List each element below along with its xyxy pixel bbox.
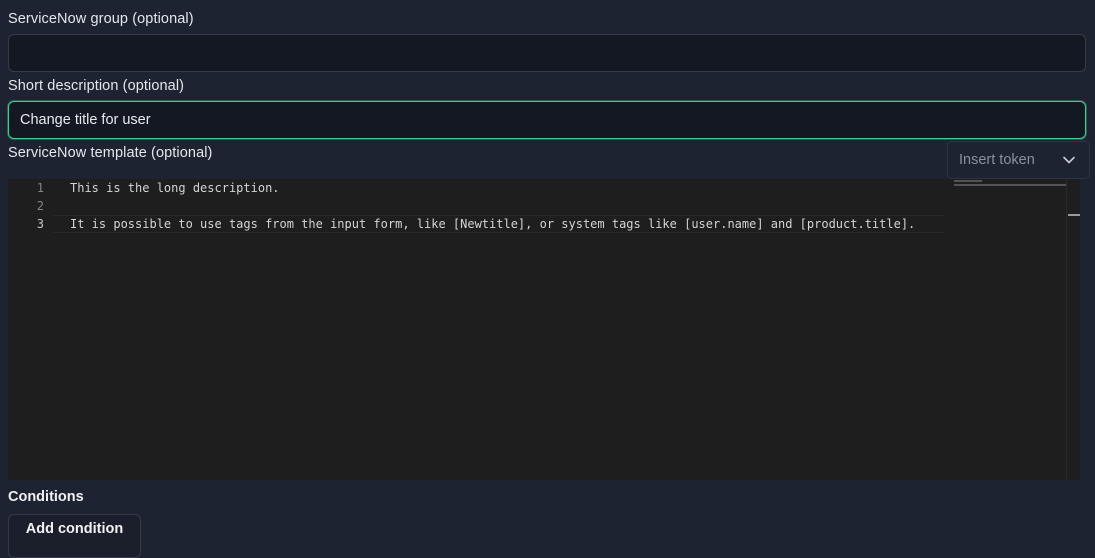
line-number-gutter: 1 2 3 <box>8 179 52 480</box>
code-line[interactable]: It is possible to use tags from the inpu… <box>70 215 915 233</box>
editor-minimap[interactable] <box>952 179 1066 480</box>
conditions-heading: Conditions <box>8 489 84 505</box>
scrollbar-cursor-marker <box>1068 214 1080 216</box>
line-number: 1 <box>36 181 44 195</box>
template-code-editor[interactable]: 1 2 3 This is the long description. It i… <box>8 179 1080 480</box>
insert-token-dropdown[interactable]: Insert token <box>947 141 1090 179</box>
line-number: 2 <box>36 199 44 213</box>
minimap-line <box>954 180 982 182</box>
servicenow-group-label: ServiceNow group (optional) <box>8 11 194 27</box>
insert-token-placeholder: Insert token <box>959 152 1035 168</box>
line-number: 3 <box>36 217 44 231</box>
add-condition-button[interactable]: Add condition <box>8 514 141 558</box>
code-line[interactable]: This is the long description. <box>70 179 280 197</box>
servicenow-template-label: ServiceNow template (optional) <box>8 145 213 161</box>
short-description-label: Short description (optional) <box>8 78 185 94</box>
servicenow-group-input[interactable] <box>8 34 1086 72</box>
chevron-down-icon <box>1063 156 1075 164</box>
editor-scrollbar[interactable] <box>1066 179 1080 480</box>
short-description-input[interactable] <box>8 101 1086 139</box>
minimap-line <box>954 184 1066 186</box>
